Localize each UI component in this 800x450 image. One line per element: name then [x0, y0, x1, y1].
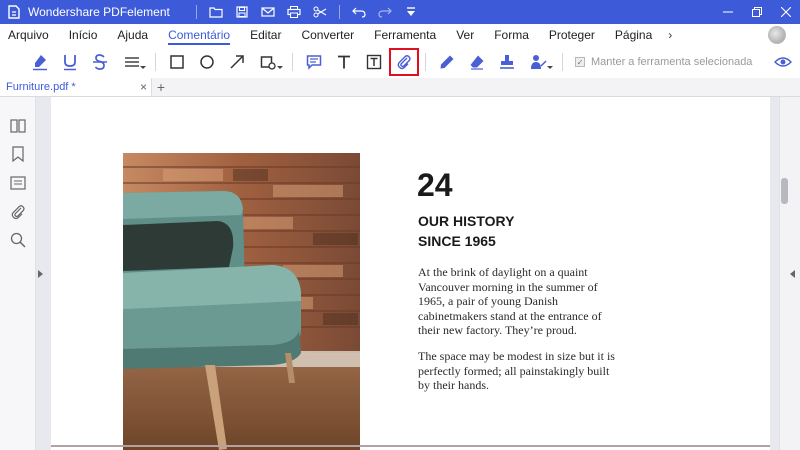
history-paragraph-1: At the brink of daylight on a quaint Van…: [418, 265, 602, 337]
arrow-icon[interactable]: [222, 48, 252, 76]
bookmark-icon[interactable]: [9, 145, 27, 163]
shapes-icon[interactable]: [252, 48, 286, 76]
text-comment-icon[interactable]: [329, 48, 359, 76]
print-icon[interactable]: [281, 0, 307, 24]
menu-forma[interactable]: Forma: [484, 24, 539, 46]
undo-icon[interactable]: [346, 0, 372, 24]
menu-ver[interactable]: Ver: [446, 24, 484, 46]
app-title: Wondershare PDFelement: [28, 5, 170, 19]
text-box-icon[interactable]: [359, 48, 389, 76]
menu-editar[interactable]: Editar: [240, 24, 291, 46]
page-number-heading: 24: [417, 167, 453, 203]
menu-inicio[interactable]: Início: [59, 24, 108, 46]
scrollbar-thumb[interactable]: [781, 178, 788, 204]
history-heading-line-2: SINCE 1965: [418, 233, 496, 249]
divider: [562, 53, 563, 71]
left-sidebar: [0, 97, 36, 450]
divider: [425, 53, 426, 71]
divider: [338, 5, 340, 19]
divider: [155, 53, 156, 71]
cut-icon[interactable]: [307, 0, 333, 24]
collapse-left-panel-icon[interactable]: [38, 270, 43, 278]
tab-furniture-pdf[interactable]: Furniture.pdf * ×: [0, 78, 152, 96]
strikethrough-icon[interactable]: [85, 48, 115, 76]
quick-access-toolbar: [190, 0, 424, 24]
underline-icon[interactable]: [55, 48, 85, 76]
attachments-icon[interactable]: [9, 203, 27, 221]
rectangle-icon[interactable]: [162, 48, 192, 76]
mail-icon[interactable]: [255, 0, 281, 24]
expand-right-panel-icon[interactable]: [790, 270, 795, 278]
eye-icon[interactable]: [768, 48, 798, 76]
minimize-icon[interactable]: [713, 0, 742, 24]
oval-icon[interactable]: [192, 48, 222, 76]
menu-ferramenta[interactable]: Ferramenta: [364, 24, 446, 46]
sticky-note-icon[interactable]: [299, 48, 329, 76]
folder-icon[interactable]: [203, 0, 229, 24]
stamp-icon[interactable]: [492, 48, 522, 76]
line-style-icon[interactable]: [115, 48, 149, 76]
redo-icon[interactable]: [372, 0, 398, 24]
pencil-icon[interactable]: [432, 48, 462, 76]
comments-icon[interactable]: [9, 174, 27, 192]
divider: [195, 5, 197, 19]
menu-arquivo[interactable]: Arquivo: [0, 24, 59, 46]
keep-tool-selected-option[interactable]: ✓ Manter a ferramenta selecionada: [575, 56, 752, 68]
highlight-icon[interactable]: [25, 48, 55, 76]
add-tab-button[interactable]: +: [152, 78, 170, 96]
menu-bar: Arquivo Início Ajuda Comentário Editar C…: [0, 24, 800, 46]
title-bar: Wondershare PDFelement: [0, 0, 800, 24]
history-heading-line-1: OUR HISTORY: [418, 213, 515, 229]
attach-file-icon[interactable]: [389, 48, 419, 76]
close-tab-icon[interactable]: ×: [140, 80, 147, 94]
restore-icon[interactable]: [742, 0, 771, 24]
menu-more-button[interactable]: ›: [662, 28, 678, 42]
menu-converter[interactable]: Converter: [291, 24, 364, 46]
chevron-down-icon: [547, 66, 553, 69]
history-heading: OUR HISTORY SINCE 1965: [418, 211, 514, 251]
app-logo-icon: [6, 4, 22, 20]
close-icon[interactable]: [771, 0, 800, 24]
search-icon[interactable]: [9, 231, 27, 249]
chevron-down-icon: [277, 66, 283, 69]
save-icon[interactable]: [229, 0, 255, 24]
keep-tool-label: Manter a ferramenta selecionada: [591, 56, 753, 68]
page-edge: [51, 445, 770, 447]
menu-ajuda[interactable]: Ajuda: [107, 24, 158, 46]
menu-proteger[interactable]: Proteger: [539, 24, 605, 46]
signature-icon[interactable]: [522, 48, 556, 76]
avatar[interactable]: [768, 26, 786, 44]
pdf-page[interactable]: 24 OUR HISTORY SINCE 1965 At the brink o…: [51, 97, 770, 450]
menu-pagina[interactable]: Página: [605, 24, 662, 46]
thumbnails-icon[interactable]: [9, 117, 27, 135]
sofa-photo: [123, 153, 360, 450]
comment-toolbar: ✓ Manter a ferramenta selecionada: [0, 46, 800, 78]
divider: [292, 53, 293, 71]
keep-tool-checkbox[interactable]: ✓: [575, 57, 585, 67]
customize-icon[interactable]: [398, 0, 424, 24]
window-controls: [713, 0, 800, 24]
menu-comentario[interactable]: Comentário: [158, 24, 240, 46]
document-tab-bar: Furniture.pdf * × +: [0, 78, 800, 97]
history-paragraph-2: The space may be modest in size but it i…: [418, 349, 615, 392]
chevron-down-icon: [140, 66, 146, 69]
tab-label: Furniture.pdf *: [6, 81, 76, 93]
eraser-icon[interactable]: [462, 48, 492, 76]
document-canvas[interactable]: 24 OUR HISTORY SINCE 1965 At the brink o…: [36, 97, 779, 450]
